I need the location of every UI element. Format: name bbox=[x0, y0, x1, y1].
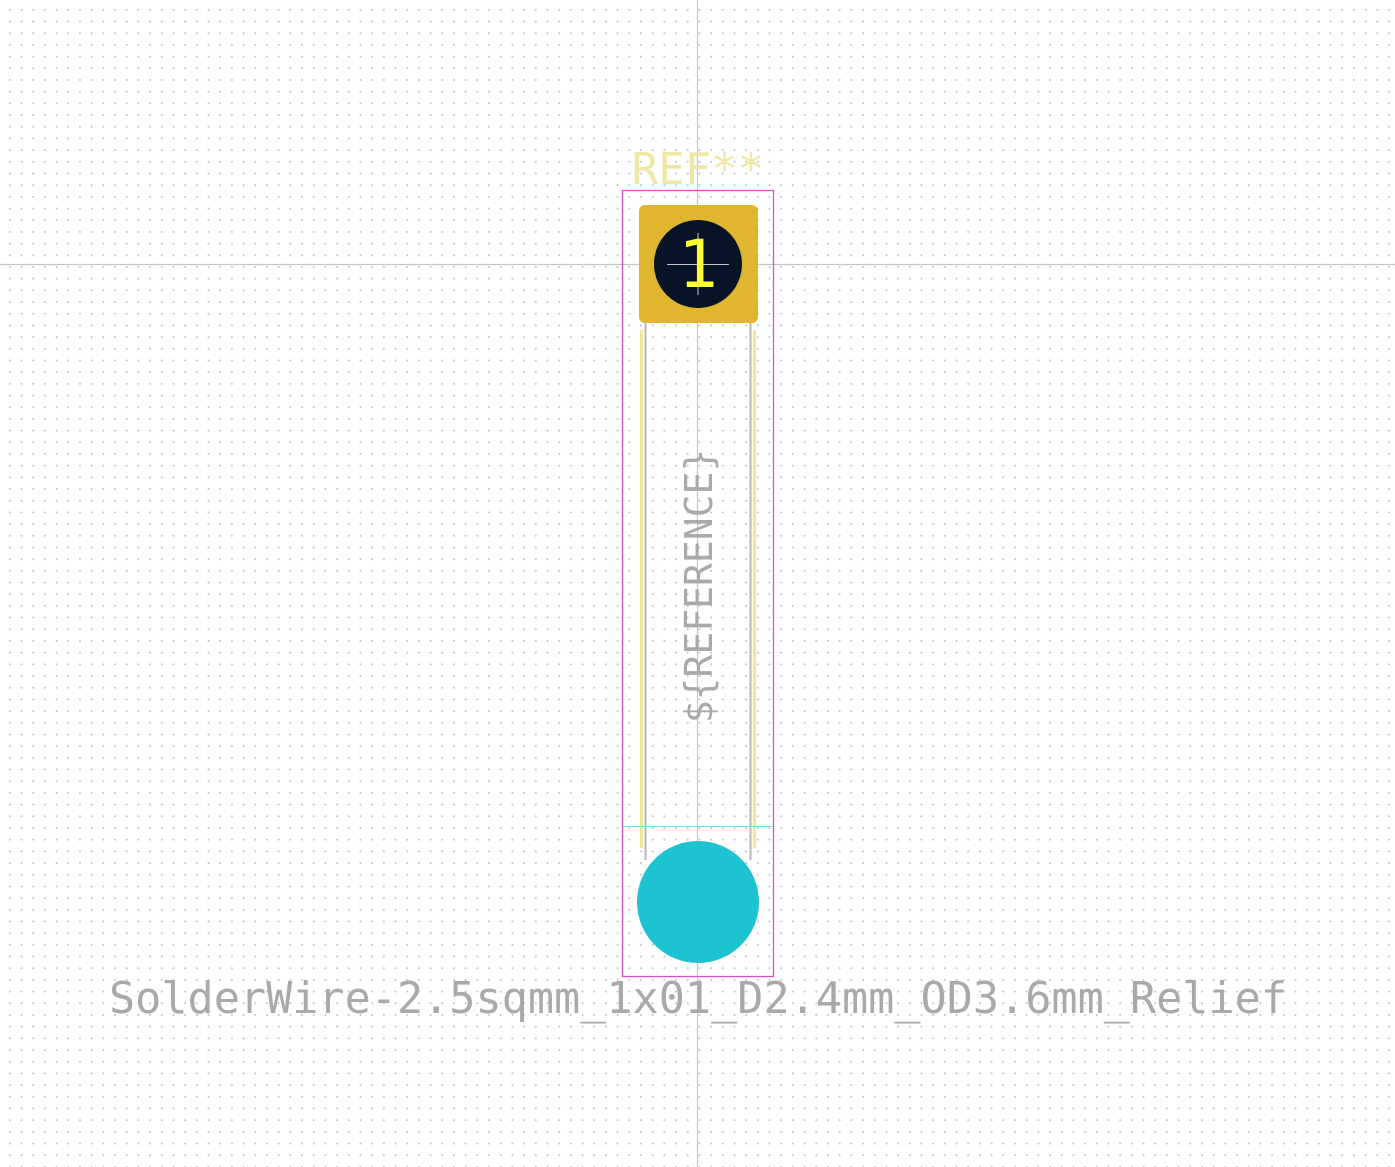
footprint-drawing: 1 REF** ${REFERENCE} SolderWire-2.5sqmm_… bbox=[0, 0, 1395, 1167]
reference-user-text[interactable]: ${REFERENCE} bbox=[677, 449, 721, 724]
reference-designator[interactable]: REF** bbox=[632, 144, 764, 195]
footprint-value-text[interactable]: SolderWire-2.5sqmm_1x01_D2.4mm_OD3.6mm_R… bbox=[109, 973, 1287, 1024]
relief-hole[interactable] bbox=[637, 841, 759, 963]
pcb-canvas[interactable]: 1 REF** ${REFERENCE} SolderWire-2.5sqmm_… bbox=[0, 0, 1395, 1167]
pad-number-label: 1 bbox=[678, 226, 718, 303]
